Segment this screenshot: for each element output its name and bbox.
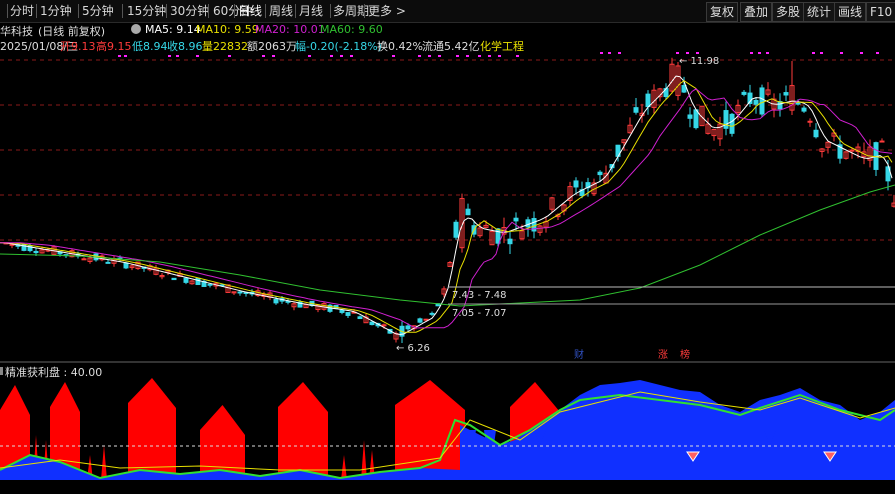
candle-body bbox=[879, 140, 885, 143]
candle-body bbox=[105, 261, 111, 264]
candle-body bbox=[417, 318, 423, 323]
candle-body bbox=[171, 277, 177, 281]
indicator-marker-icon bbox=[0, 367, 3, 375]
signal-dot bbox=[498, 55, 501, 57]
signal-dot bbox=[176, 55, 179, 57]
candle-body bbox=[597, 171, 603, 176]
ma5-line bbox=[0, 75, 893, 336]
range-label-2: 7.05 - 7.07 bbox=[452, 308, 507, 319]
range-label-1: 7.43 - 7.48 bbox=[452, 290, 507, 301]
candle-body bbox=[423, 318, 429, 321]
candle-body bbox=[195, 277, 201, 286]
candle-body bbox=[807, 120, 813, 123]
profit-area-red bbox=[128, 378, 176, 480]
candle-body bbox=[729, 113, 735, 134]
signal-dot bbox=[750, 52, 753, 54]
candle-body bbox=[693, 109, 699, 129]
candle-body bbox=[273, 298, 279, 304]
candle-body bbox=[795, 102, 801, 105]
signal-dot bbox=[840, 52, 843, 54]
signal-dot bbox=[118, 55, 121, 57]
candle-body bbox=[357, 316, 363, 320]
candle-body bbox=[207, 283, 213, 286]
signal-dot bbox=[812, 52, 815, 54]
candle-body bbox=[801, 107, 807, 112]
signal-dot bbox=[272, 55, 275, 57]
candle-body bbox=[525, 219, 531, 228]
signal-dot bbox=[196, 55, 199, 57]
signal-dot bbox=[428, 55, 431, 57]
signal-dot bbox=[350, 55, 353, 57]
ma60-line bbox=[0, 184, 895, 307]
high-price-label: ← 11.98 bbox=[679, 56, 719, 67]
candle-body bbox=[783, 92, 789, 96]
candle-body bbox=[345, 312, 351, 316]
candle-body bbox=[633, 107, 639, 113]
candle-body bbox=[513, 217, 519, 222]
candle-body bbox=[237, 291, 243, 294]
candle-body bbox=[573, 180, 579, 188]
candle-body bbox=[741, 91, 747, 95]
candle-body bbox=[465, 208, 471, 216]
event-marker-2[interactable]: 榜 bbox=[680, 348, 690, 361]
signal-dot bbox=[124, 55, 127, 57]
signal-dot bbox=[676, 52, 679, 54]
signal-dot bbox=[308, 55, 311, 57]
signal-dot bbox=[228, 55, 231, 57]
signal-dot bbox=[488, 55, 491, 57]
event-marker-0[interactable]: 财 bbox=[574, 348, 584, 361]
candle-body bbox=[453, 221, 459, 238]
signal-dot bbox=[340, 55, 343, 57]
signal-dot bbox=[478, 55, 481, 57]
candle-body bbox=[381, 324, 387, 327]
signal-dot bbox=[456, 55, 459, 57]
profit-area-red bbox=[200, 405, 245, 480]
signal-dot bbox=[686, 52, 689, 54]
signal-dot bbox=[766, 52, 769, 54]
kline-chart[interactable]: ← 11.98 ← 6.26 7.43 - 7.48 7.05 - 7.07 财 涨榜 bbox=[0, 0, 895, 494]
signal-dot bbox=[758, 52, 761, 54]
candle-body bbox=[849, 149, 855, 152]
candle-body bbox=[687, 114, 693, 119]
candle-body bbox=[405, 325, 411, 330]
signal-dot bbox=[418, 55, 421, 57]
signal-dot bbox=[330, 55, 333, 57]
candle-body bbox=[339, 309, 345, 313]
profit-area-red bbox=[278, 382, 328, 480]
candle-body bbox=[813, 129, 819, 138]
profit-spike-red bbox=[101, 445, 107, 480]
candle-body bbox=[123, 262, 129, 269]
candle-body bbox=[81, 258, 87, 261]
signal-dot bbox=[860, 52, 863, 54]
signal-dot bbox=[820, 52, 823, 54]
signal-dot bbox=[392, 55, 395, 57]
signal-dot bbox=[516, 55, 519, 57]
event-marker-1[interactable]: 涨 bbox=[658, 349, 668, 361]
candle-body bbox=[753, 99, 759, 105]
signal-dot bbox=[876, 52, 879, 54]
candle-body bbox=[429, 312, 435, 315]
signal-dot bbox=[438, 55, 441, 57]
candle-body bbox=[681, 85, 687, 93]
candle-body bbox=[33, 250, 39, 254]
candle-body bbox=[369, 321, 375, 326]
signal-dot bbox=[608, 52, 611, 54]
signal-dot bbox=[600, 52, 603, 54]
signal-dot bbox=[618, 52, 621, 54]
candle-body bbox=[645, 93, 651, 108]
signal-dot bbox=[696, 52, 699, 54]
candle-body bbox=[759, 87, 765, 115]
candle-body bbox=[183, 277, 189, 283]
signal-dot bbox=[168, 55, 171, 57]
indicator-title: 精准获利盘 : 40.00 bbox=[5, 366, 103, 379]
signal-dot bbox=[262, 55, 265, 57]
low-price-label: ← 6.26 bbox=[396, 343, 430, 354]
candle-body bbox=[507, 238, 513, 245]
signal-dot bbox=[466, 55, 469, 57]
